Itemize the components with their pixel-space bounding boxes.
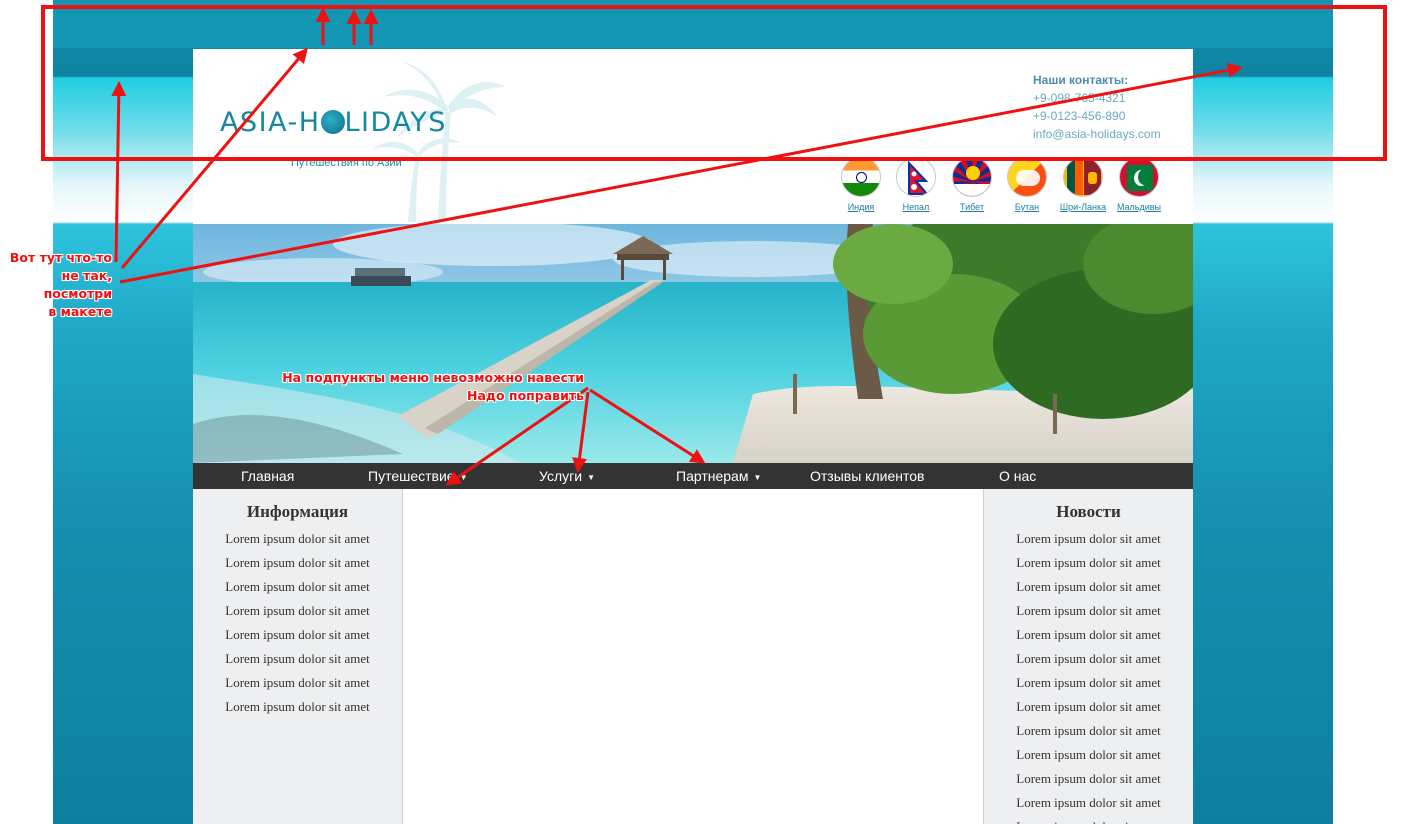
flag-label: Бутан — [1014, 202, 1040, 212]
flag-label: Индия — [847, 202, 875, 212]
news-link[interactable]: Lorem ipsum dolor sit amet — [984, 527, 1193, 551]
logo-text-start: ASIA-H — [220, 107, 321, 138]
logo-text-end: LIDAYS — [344, 107, 447, 138]
bhutan-flag-icon — [1007, 157, 1047, 197]
caret-down-icon: ▼ — [459, 473, 468, 482]
news-link[interactable]: Lorem ipsum dolor sit amet — [984, 815, 1193, 824]
caret-down-icon: ▼ — [753, 473, 762, 482]
flag-label: Непал — [902, 202, 930, 212]
nepal-flag-icon — [896, 157, 936, 197]
sidebar-link[interactable]: Lorem ipsum dolor sit amet — [193, 623, 402, 647]
india-flag-icon — [841, 157, 881, 197]
flag-link-sri-lanka[interactable]: Шри-Ланка — [1055, 157, 1111, 212]
news-sidebar: Новости Lorem ipsum dolor sit amet Lorem… — [983, 489, 1193, 824]
palm-watermark-icon — [373, 62, 506, 222]
contact-email-link[interactable]: info@asia-holidays.com — [1033, 125, 1161, 143]
nav-label: Отзывы клиентов — [810, 468, 925, 484]
nav-label: О нас — [999, 468, 1037, 484]
maldives-flag-icon — [1119, 157, 1159, 197]
nav-item-reviews[interactable]: Отзывы клиентов — [810, 463, 924, 489]
site-tagline: Путешествия по Азии — [291, 157, 402, 169]
news-link[interactable]: Lorem ipsum dolor sit amet — [984, 551, 1193, 575]
site-header: ASIA-H LIDAYS Путешествия по Азии Наши ко… — [193, 49, 1193, 224]
flag-label: Мальдивы — [1116, 202, 1162, 212]
sri-lanka-flag-icon — [1063, 157, 1103, 197]
news-link[interactable]: Lorem ipsum dolor sit amet — [984, 647, 1193, 671]
nav-label: Партнерам — [676, 468, 749, 484]
flag-label: Тибет — [959, 202, 984, 212]
news-link[interactable]: Lorem ipsum dolor sit amet — [984, 623, 1193, 647]
info-list: Lorem ipsum dolor sit amet Lorem ipsum d… — [193, 527, 402, 719]
contacts-title: Наши контакты: — [1033, 73, 1129, 87]
hero-banner — [193, 224, 1193, 463]
nav-label: Главная — [241, 468, 295, 484]
news-link[interactable]: Lorem ipsum dolor sit amet — [984, 671, 1193, 695]
annotation-note-header: Вот тут что-то не так, посмотри в макете — [9, 250, 112, 319]
sidebar-link[interactable]: Lorem ipsum dolor sit amet — [193, 599, 402, 623]
screenshot: ASIA-H LIDAYS Путешествия по Азии Наши ко… — [0, 0, 1420, 824]
sidebar-title: Новости — [1056, 502, 1121, 521]
main-navigation: Главная Путешествие ▼ Услуги ▼ Партнерам ▼ … — [193, 463, 1193, 489]
contact-phone: +9-098-765-4321 — [1033, 91, 1126, 105]
news-link[interactable]: Lorem ipsum dolor sit amet — [984, 599, 1193, 623]
flag-link-india[interactable]: Индия — [833, 157, 889, 212]
flag-label: Шри-Ланка — [1059, 202, 1107, 212]
news-link[interactable]: Lorem ipsum dolor sit amet — [984, 791, 1193, 815]
nav-item-home[interactable]: Главная — [241, 463, 294, 489]
news-link[interactable]: Lorem ipsum dolor sit amet — [984, 719, 1193, 743]
sidebar-link[interactable]: Lorem ipsum dolor sit amet — [193, 695, 402, 719]
nav-item-services[interactable]: Услуги ▼ — [539, 463, 595, 489]
nav-item-partners[interactable]: Партнерам ▼ — [676, 463, 761, 489]
news-list: Lorem ipsum dolor sit amet Lorem ipsum d… — [984, 527, 1193, 824]
news-link[interactable]: Lorem ipsum dolor sit amet — [984, 695, 1193, 719]
site-container: ASIA-H LIDAYS Путешествия по Азии Наши ко… — [193, 49, 1193, 824]
sidebar-link[interactable]: Lorem ipsum dolor sit amet — [193, 527, 402, 551]
nav-label: Путешествие — [368, 468, 455, 484]
flag-link-nepal[interactable]: Непал — [888, 157, 944, 212]
sidebar-title: Информация — [246, 502, 349, 521]
contact-phone: +9-0123-456-890 — [1033, 109, 1126, 123]
beach-pier-image — [193, 224, 1193, 463]
sidebar-link[interactable]: Lorem ipsum dolor sit amet — [193, 575, 402, 599]
country-flags: Индия Непал Тибет Бутан Шри-Ланка Мальди… — [833, 157, 1173, 217]
contacts-block: Наши контакты: +9-098-765-4321 +9-0123-4… — [1033, 71, 1161, 143]
flag-link-maldives[interactable]: Мальдивы — [1111, 157, 1167, 212]
nav-item-travel[interactable]: Путешествие ▼ — [368, 463, 468, 489]
tibet-flag-icon — [952, 157, 992, 197]
nav-label: Услуги — [539, 468, 583, 484]
news-link[interactable]: Lorem ipsum dolor sit amet — [984, 767, 1193, 791]
site-logo[interactable]: ASIA-H LIDAYS — [220, 107, 447, 138]
news-link[interactable]: Lorem ipsum dolor sit amet — [984, 575, 1193, 599]
flag-link-tibet[interactable]: Тибет — [944, 157, 1000, 212]
info-sidebar: Информация Lorem ipsum dolor sit amet Lo… — [193, 489, 403, 824]
sidebar-link[interactable]: Lorem ipsum dolor sit amet — [193, 671, 402, 695]
sidebar-link[interactable]: Lorem ipsum dolor sit amet — [193, 551, 402, 575]
flag-link-bhutan[interactable]: Бутан — [999, 157, 1055, 212]
news-link[interactable]: Lorem ipsum dolor sit amet — [984, 743, 1193, 767]
nav-item-about[interactable]: О нас — [999, 463, 1036, 489]
globe-icon — [320, 110, 345, 134]
annotation-note-menu: На подпункты меню невозможно навести Над… — [282, 370, 584, 403]
caret-down-icon: ▼ — [587, 473, 595, 482]
sidebar-link[interactable]: Lorem ipsum dolor sit amet — [193, 647, 402, 671]
